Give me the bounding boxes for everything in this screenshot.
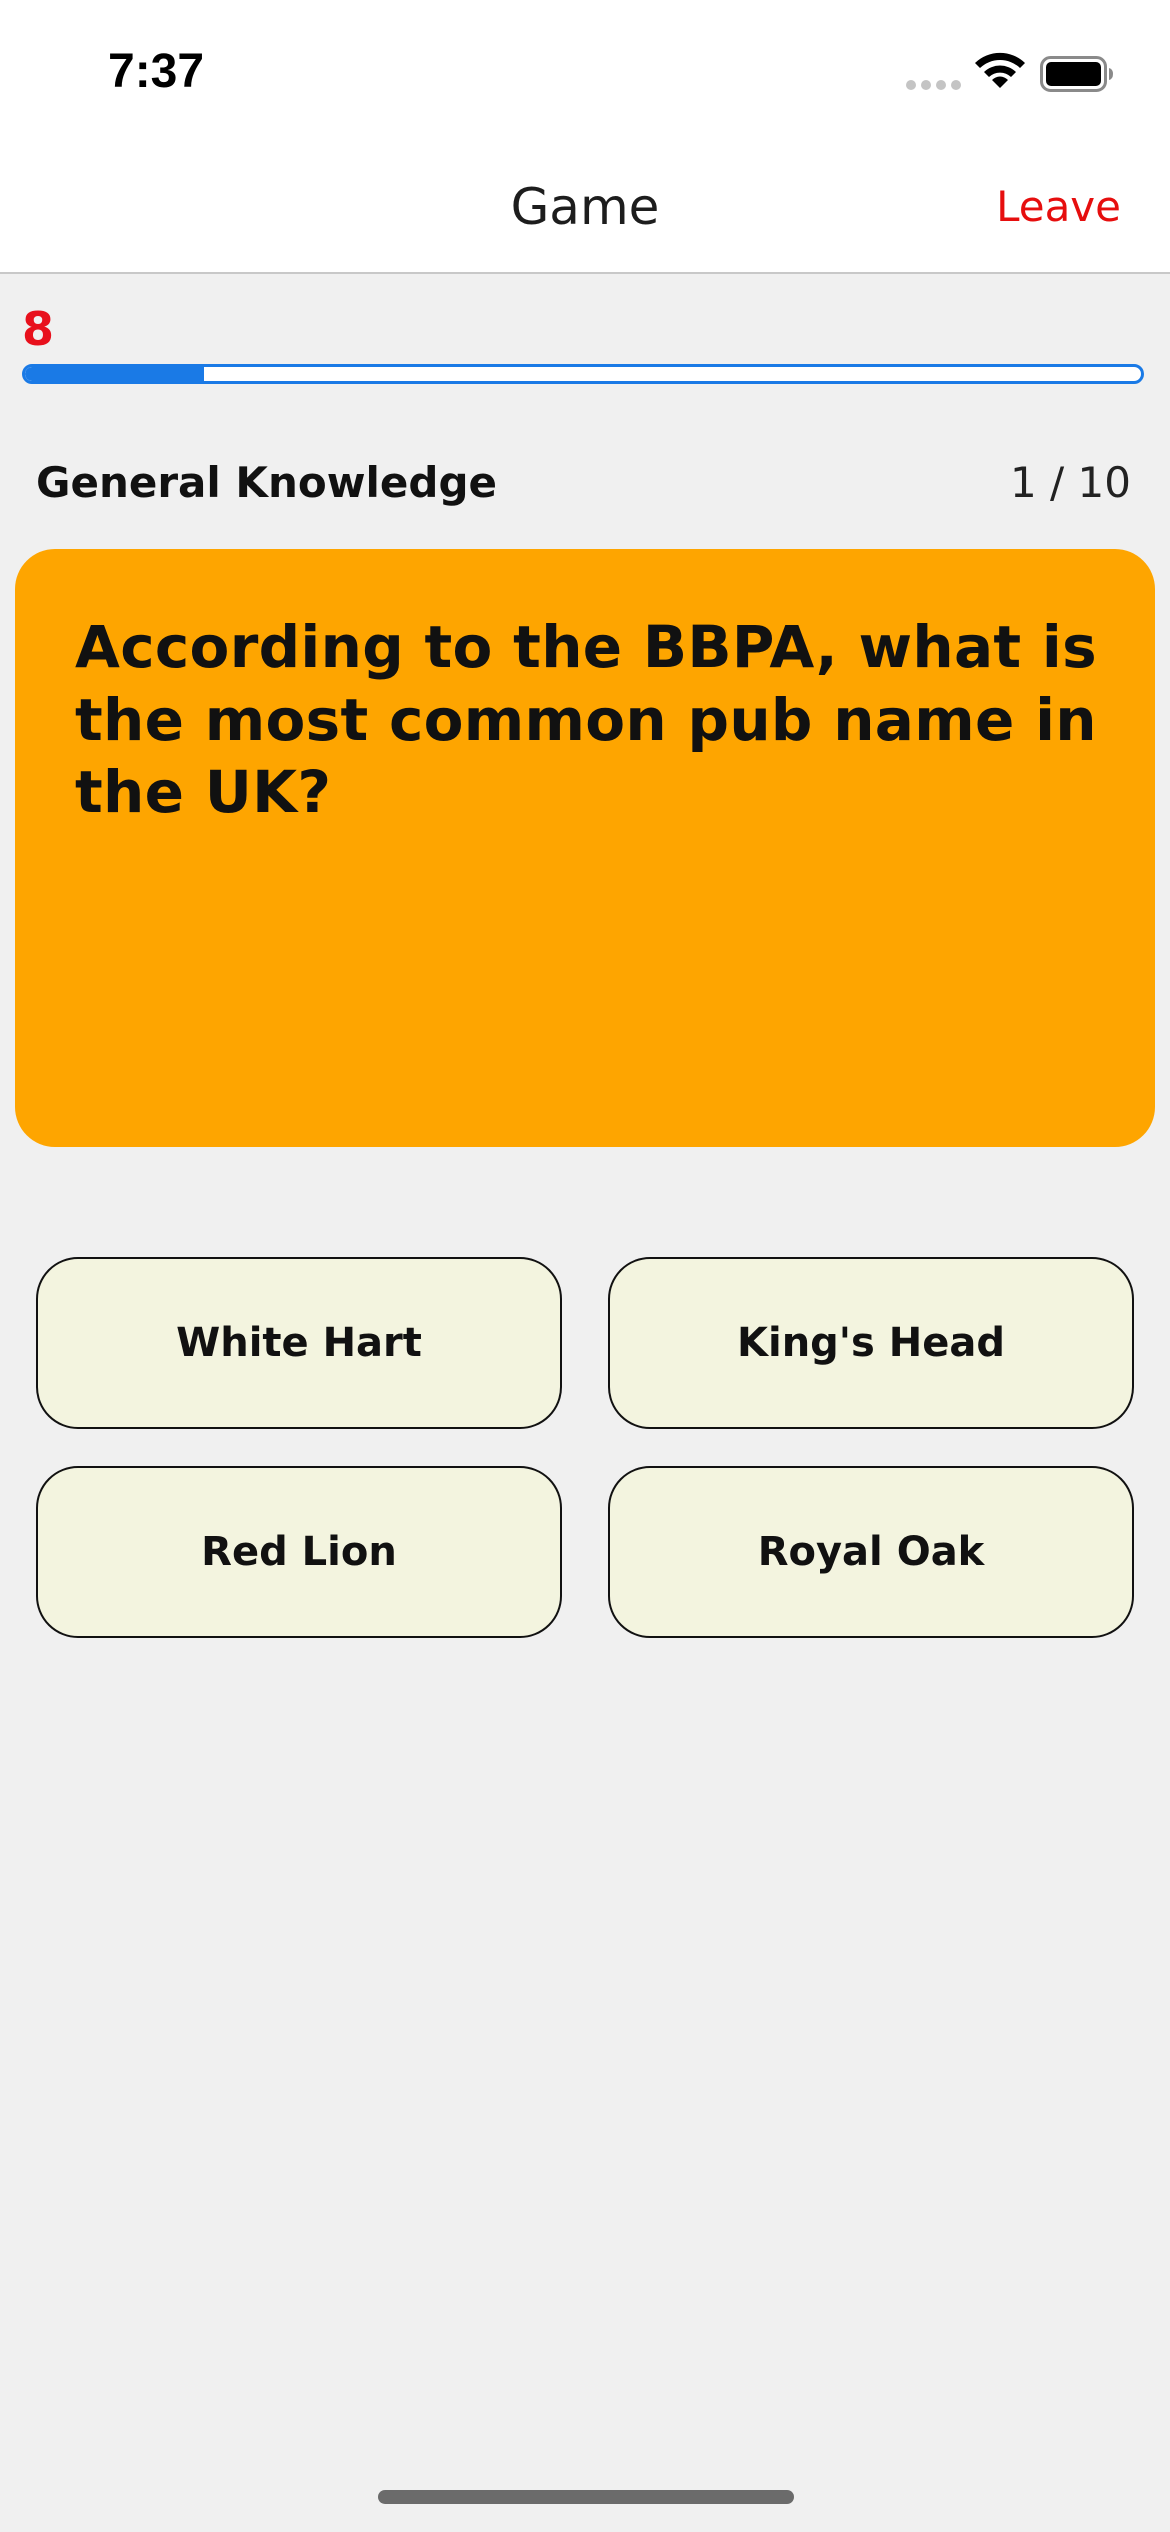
timer-countdown: 8 [22, 302, 55, 356]
page-title: Game [510, 178, 660, 236]
status-time: 7:37 [108, 45, 205, 98]
battery-icon [1040, 56, 1113, 92]
home-indicator[interactable] [378, 2490, 794, 2504]
question-category: General Knowledge [36, 458, 498, 507]
leave-button[interactable]: Leave [996, 182, 1121, 231]
navigation-bar: Game Leave [0, 140, 1170, 274]
cellular-signal-icon [906, 80, 961, 90]
question-card: According to the BBPA, what is the most … [15, 549, 1155, 1147]
answer-button-red-lion[interactable]: Red Lion [36, 1466, 562, 1638]
timer-progress-fill [25, 367, 204, 381]
wifi-icon [975, 52, 1025, 88]
answer-button-royal-oak[interactable]: Royal Oak [608, 1466, 1134, 1638]
status-bar: 7:37 [0, 0, 1170, 140]
answer-button-kings-head[interactable]: King's Head [608, 1257, 1134, 1429]
question-text: According to the BBPA, what is the most … [75, 613, 1097, 826]
question-counter: 1 / 10 [1009, 458, 1131, 507]
answer-button-white-hart[interactable]: White Hart [36, 1257, 562, 1429]
timer-progress-bar [22, 364, 1144, 384]
